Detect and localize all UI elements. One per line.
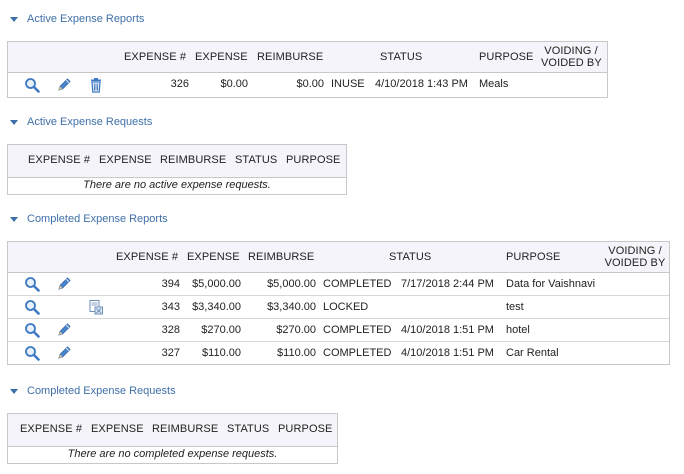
section-title: Completed Expense Reports: [27, 213, 168, 225]
section-toggle-completed-expense-reports[interactable]: Completed Expense Reports: [10, 213, 168, 225]
search-icon[interactable]: [24, 299, 40, 315]
col-reimburse: REIMBURSE: [257, 51, 324, 63]
col-expense: EXPENSE: [91, 423, 144, 435]
cell-reimburse: $270.00: [276, 324, 316, 336]
edit-pencil-icon[interactable]: [56, 345, 72, 361]
completed-expense-reports-table: EXPENSE # EXPENSE REIMBURSE STATUS PURPO…: [7, 241, 670, 365]
active-expense-requests-table: EXPENSE # EXPENSE REIMBURSE STATUS PURPO…: [7, 144, 347, 195]
cell-expense-number: 328: [161, 324, 180, 336]
cell-purpose: test: [506, 301, 524, 313]
section-title: Completed Expense Requests: [27, 385, 176, 397]
table-header: EXPENSE # EXPENSE REIMBURSE STATUS PURPO…: [8, 42, 607, 73]
cell-status: INUSE: [331, 78, 365, 90]
cell-expense: $0.00: [220, 78, 248, 90]
active-expense-reports-table: EXPENSE # EXPENSE REIMBURSE STATUS PURPO…: [7, 41, 608, 98]
col-reimburse: REIMBURSE: [152, 423, 219, 435]
col-purpose: PURPOSE: [278, 423, 333, 435]
col-purpose: PURPOSE: [479, 51, 534, 63]
col-expense-number: EXPENSE #: [20, 423, 83, 435]
col-reimburse: REIMBURSE: [160, 154, 227, 166]
cell-purpose: Car Rental: [506, 347, 559, 359]
cell-expense-number: 394: [161, 278, 180, 290]
cell-expense: $5,000.00: [192, 278, 241, 290]
cell-expense: $110.00: [202, 347, 241, 359]
table-header: EXPENSE # EXPENSE REIMBURSE STATUS PURPO…: [8, 414, 337, 447]
section-title: Active Expense Reports: [27, 13, 145, 25]
completed-expense-requests-table: EXPENSE # EXPENSE REIMBURSE STATUS PURPO…: [7, 413, 338, 464]
col-expense-number: EXPENSE #: [116, 251, 179, 263]
col-expense-number: EXPENSE #: [124, 51, 187, 63]
col-status: STATUS: [235, 154, 278, 166]
empty-message: There are no completed expense requests.: [67, 448, 278, 460]
document-lock-icon[interactable]: [88, 299, 104, 315]
cell-date: 7/17/2018 2:44 PM: [401, 278, 494, 290]
section-toggle-completed-expense-requests[interactable]: Completed Expense Requests: [10, 385, 176, 397]
cell-purpose: hotel: [506, 324, 530, 336]
cell-purpose: Data for Vaishnavi: [506, 278, 596, 290]
cell-expense-number: 326: [170, 78, 189, 90]
col-voiding: VOIDING / VOIDED BY: [603, 245, 667, 269]
cell-reimburse: $0.00: [296, 78, 324, 90]
table-row: 394 $5,000.00 $5,000.00 COMPLETED 7/17/2…: [8, 273, 669, 296]
table-row: 327 $110.00 $110.00 COMPLETED 4/10/2018 …: [8, 342, 669, 364]
edit-pencil-icon[interactable]: [56, 322, 72, 338]
col-voiding-line1: VOIDING /: [608, 245, 662, 257]
cell-status: COMPLETED: [323, 347, 392, 359]
trash-icon[interactable]: [88, 77, 104, 93]
col-expense: EXPENSE: [187, 251, 240, 263]
cell-date: 4/10/2018 1:51 PM: [401, 324, 494, 336]
search-icon[interactable]: [24, 276, 40, 292]
table-header: EXPENSE # EXPENSE REIMBURSE STATUS PURPO…: [8, 145, 346, 178]
cell-expense-number: 327: [161, 347, 180, 359]
cell-status: LOCKED: [323, 301, 369, 313]
edit-pencil-icon[interactable]: [56, 276, 72, 292]
col-status: STATUS: [389, 251, 432, 263]
cell-status: COMPLETED: [323, 278, 392, 290]
col-voiding: VOIDING / VOIDED BY: [541, 45, 602, 69]
cell-status: COMPLETED: [323, 324, 392, 336]
cell-expense: $270.00: [201, 324, 241, 336]
edit-pencil-icon[interactable]: [56, 77, 72, 93]
col-expense-number: EXPENSE #: [28, 154, 91, 166]
search-icon[interactable]: [24, 77, 40, 93]
search-icon[interactable]: [24, 345, 40, 361]
col-reimburse: REIMBURSE: [248, 251, 315, 263]
collapse-triangle-icon: [10, 389, 18, 394]
cell-expense: $3,340.00: [192, 301, 241, 313]
col-purpose: PURPOSE: [286, 154, 341, 166]
cell-reimburse: $110.00: [277, 347, 316, 359]
table-row: 328 $270.00 $270.00 COMPLETED 4/10/2018 …: [8, 319, 669, 342]
col-voiding-line2: VOIDED BY: [541, 57, 602, 69]
cell-date: 4/10/2018 1:51 PM: [401, 347, 494, 359]
table-row: 326 $0.00 $0.00 INUSE 4/10/2018 1:43 PM …: [8, 73, 607, 97]
col-purpose: PURPOSE: [506, 251, 561, 263]
col-expense: EXPENSE: [195, 51, 248, 63]
table-row: 343 $3,340.00 $3,340.00 LOCKED test: [8, 296, 669, 319]
cell-reimburse: $5,000.00: [267, 278, 316, 290]
cell-date: 4/10/2018 1:43 PM: [375, 78, 468, 90]
collapse-triangle-icon: [10, 17, 18, 22]
search-icon[interactable]: [24, 322, 40, 338]
section-toggle-active-expense-requests[interactable]: Active Expense Requests: [10, 116, 152, 128]
col-expense: EXPENSE: [99, 154, 152, 166]
col-status: STATUS: [380, 51, 423, 63]
col-voiding-line2: VOIDED BY: [604, 257, 666, 269]
cell-reimburse: $3,340.00: [267, 301, 316, 313]
cell-purpose: Meals: [479, 78, 509, 90]
section-title: Active Expense Requests: [27, 116, 153, 128]
col-voiding-line1: VOIDING /: [544, 45, 598, 57]
collapse-triangle-icon: [10, 120, 18, 125]
col-status: STATUS: [227, 423, 270, 435]
section-toggle-active-expense-reports[interactable]: Active Expense Reports: [10, 13, 144, 25]
cell-expense-number: 343: [161, 301, 180, 313]
table-header: EXPENSE # EXPENSE REIMBURSE STATUS PURPO…: [8, 242, 669, 273]
collapse-triangle-icon: [10, 217, 18, 222]
empty-message: There are no active expense requests.: [83, 179, 271, 191]
